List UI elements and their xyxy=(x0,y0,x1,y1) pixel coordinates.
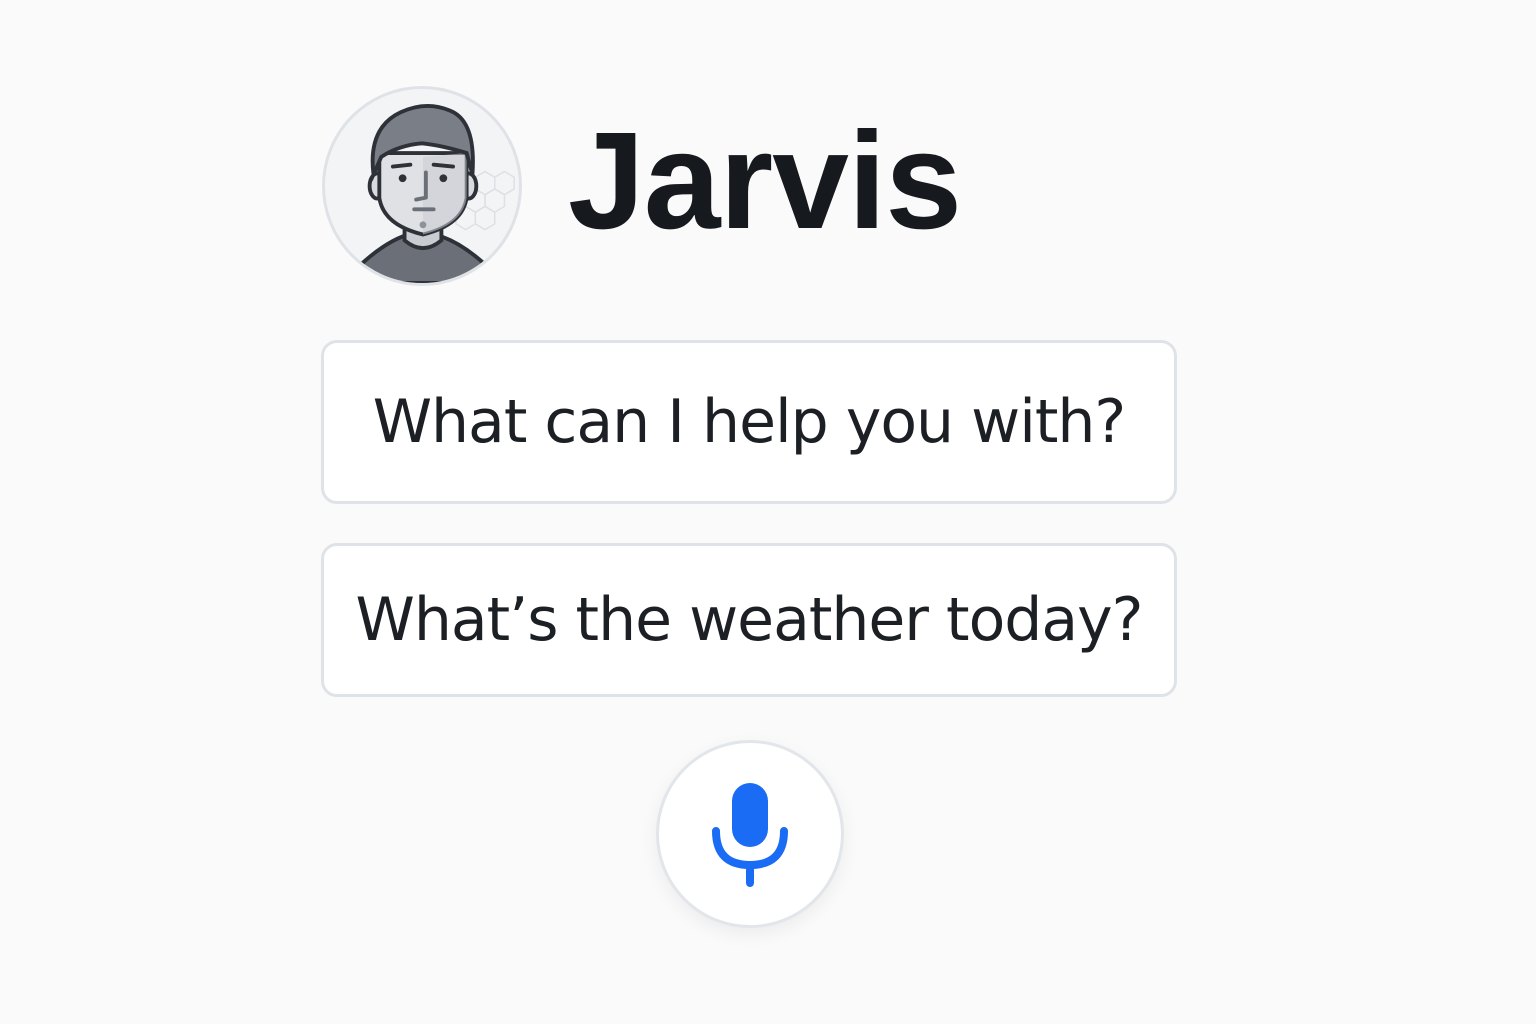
suggestion-help[interactable]: What can I help you with? xyxy=(321,340,1177,504)
microphone-icon xyxy=(712,783,788,887)
suggestion-label: What can I help you with? xyxy=(372,387,1127,457)
suggestion-weather[interactable]: What’s the weather today? xyxy=(321,543,1177,697)
assistant-screen: Jarvis What can I help you with? What’s … xyxy=(0,0,1536,1024)
assistant-name: Jarvis xyxy=(568,104,962,258)
suggestion-label: What’s the weather today? xyxy=(355,585,1144,655)
person-avatar-icon xyxy=(359,104,515,283)
avatar xyxy=(322,86,522,286)
microphone-button[interactable] xyxy=(656,740,844,928)
